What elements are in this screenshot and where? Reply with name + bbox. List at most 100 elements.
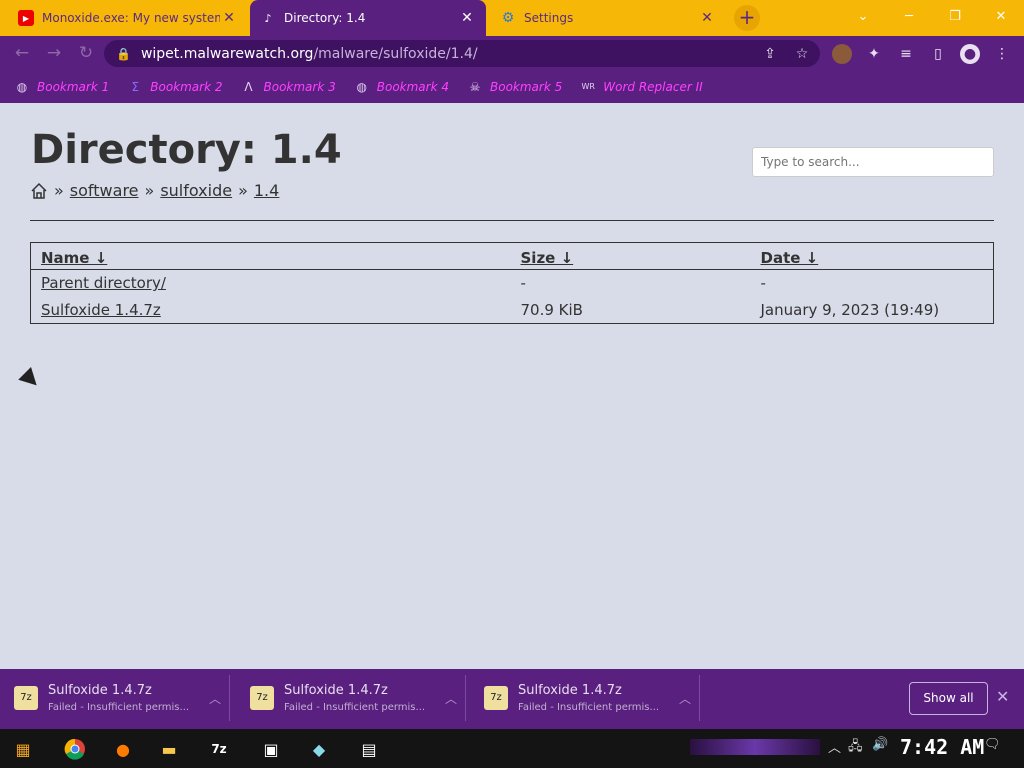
bookmark-label: Word Replacer II: [603, 79, 703, 94]
bookmark-label: Bookmark 1: [37, 79, 110, 94]
profile-icon[interactable]: ●: [960, 44, 980, 64]
url-domain: wipet.malwarewatch.org: [140, 45, 314, 62]
tab-close-icon[interactable]: ✕: [698, 10, 716, 26]
bookmark-5[interactable]: ☠ Bookmark 5: [467, 79, 563, 95]
close-window-button[interactable]: ✕: [978, 0, 1024, 32]
minimize-button[interactable]: ─: [886, 0, 932, 32]
forward-button[interactable]: →: [42, 42, 66, 64]
reading-list-icon[interactable]: ≡: [896, 44, 916, 64]
globe-icon: ◍: [356, 79, 367, 94]
notification-icon[interactable]: 🗨: [984, 737, 1001, 752]
bookmark-star-icon[interactable]: ☆: [792, 44, 812, 64]
tab-settings[interactable]: ⚙ Settings ✕: [490, 0, 726, 36]
sort-by-size[interactable]: Size ↓: [521, 249, 574, 267]
extensions-icon[interactable]: ✦: [864, 44, 884, 64]
sort-by-date[interactable]: Date ↓: [761, 249, 819, 267]
file-explorer-icon[interactable]: ▬: [150, 733, 188, 765]
table-row: Parent directory/ - -: [31, 270, 994, 297]
7zip-icon[interactable]: 7z: [200, 733, 238, 765]
taskbar: ▦ ● ▬ 7z ▣ ◆ ▤ ︿ 🖧 🔊 7:42 AM 🗨: [0, 729, 1024, 768]
bookmark-4[interactable]: ◍ Bookmark 4: [354, 79, 450, 95]
page-content: Directory: 1.4 » software » sulfoxide » …: [0, 103, 1024, 669]
breadcrumb-separator: »: [54, 181, 64, 200]
table-row: Sulfoxide 1.4.7z 70.9 KiB January 9, 202…: [31, 297, 994, 324]
bookmarks-bar: ◍ Bookmark 1 Σ Bookmark 2 Λ Bookmark 3 ◍ Boo…: [0, 70, 1024, 103]
parent-directory-link[interactable]: Parent directory/: [41, 274, 166, 292]
download-name: Sulfoxide 1.4.7z: [284, 683, 388, 698]
file-link[interactable]: Sulfoxide 1.4.7z: [41, 301, 161, 319]
breadcrumb-separator: »: [144, 181, 155, 200]
row-name[interactable]: Parent directory/: [31, 270, 511, 297]
lock-icon: 🔒: [116, 46, 131, 61]
globe-icon: ◍: [16, 79, 28, 94]
7zip-file-icon: 7z: [484, 686, 508, 710]
tab-label: Settings: [524, 11, 574, 25]
close-download-bar-icon[interactable]: ✕: [996, 687, 1009, 706]
youtube-icon: ▶: [18, 10, 34, 26]
side-panel-icon[interactable]: ▯: [928, 44, 948, 64]
tab-youtube[interactable]: ▶ Monoxide.exe: My new system ✕: [8, 0, 248, 36]
tab-close-icon[interactable]: ✕: [458, 10, 476, 26]
tab-directory[interactable]: ♪ Directory: 1.4 ✕: [250, 0, 486, 36]
back-button[interactable]: ←: [10, 42, 34, 64]
row-date: January 9, 2023 (19:49): [760, 300, 940, 319]
download-item[interactable]: 7z Sulfoxide 1.4.7z Failed - Insufficient…: [0, 675, 230, 721]
chevron-up-icon[interactable]: ︿: [679, 690, 699, 707]
row-name[interactable]: Sulfoxide 1.4.7z: [31, 297, 511, 324]
divider: [30, 220, 994, 221]
column-date[interactable]: Date ↓: [750, 242, 994, 270]
7zip-file-icon: 7z: [14, 686, 38, 710]
bracket-icon: Σ: [131, 79, 140, 94]
extension-avatar-icon[interactable]: [832, 44, 852, 64]
row-date: -: [760, 274, 766, 293]
app-icon[interactable]: ◆: [300, 733, 338, 765]
download-name: Sulfoxide 1.4.7z: [48, 683, 152, 698]
browser-toolbar: ← → ↻ 🔒 wipet.malwarewatch.org/malware/s…: [0, 36, 1024, 70]
show-all-button[interactable]: Show all: [909, 682, 988, 715]
taskbar-decoration: [690, 739, 820, 755]
address-bar[interactable]: 🔒 wipet.malwarewatch.org/malware/sulfoxi…: [104, 40, 820, 67]
new-tab-button[interactable]: +: [734, 5, 760, 31]
restore-button[interactable]: ❐: [932, 0, 978, 32]
breadcrumb-software[interactable]: software: [70, 181, 139, 200]
skull-icon: ☠: [469, 79, 481, 94]
share-icon[interactable]: ⇪: [760, 44, 780, 64]
chevron-up-icon[interactable]: ︿: [828, 737, 841, 756]
download-item[interactable]: 7z Sulfoxide 1.4.7z Failed - Insufficient…: [236, 675, 466, 721]
download-status: Failed - Insufficient permis...: [284, 702, 426, 713]
chrome-icon[interactable]: [56, 733, 94, 765]
tab-search-icon[interactable]: ⌄: [840, 0, 886, 32]
bookmark-2[interactable]: Σ Bookmark 2: [127, 79, 222, 95]
home-icon[interactable]: [30, 182, 48, 200]
column-size[interactable]: Size ↓: [510, 242, 751, 270]
music-note-icon: ♪: [264, 11, 272, 25]
chevron-up-icon[interactable]: ︿: [445, 690, 465, 707]
reload-button[interactable]: ↻: [74, 42, 98, 64]
column-name[interactable]: Name ↓: [30, 242, 511, 270]
download-item[interactable]: 7z Sulfoxide 1.4.7z Failed - Insufficient…: [470, 675, 700, 721]
url-path: /malware/sulfoxide/1.4/: [313, 45, 478, 62]
download-status: Failed - Insufficient permis...: [48, 702, 190, 713]
menu-icon[interactable]: ⋮: [992, 44, 1012, 64]
tab-close-icon[interactable]: ✕: [220, 10, 238, 26]
firefox-icon[interactable]: ●: [104, 733, 142, 765]
bookmark-1[interactable]: ◍ Bookmark 1: [14, 79, 110, 95]
sort-by-name[interactable]: Name ↓: [41, 249, 107, 267]
volume-icon[interactable]: 🔊: [872, 737, 888, 752]
bookmark-3[interactable]: Λ Bookmark 3: [241, 79, 335, 95]
breadcrumb-separator: »: [238, 181, 248, 200]
bookmark-label: Bookmark 2: [150, 79, 223, 94]
breadcrumb: » software » sulfoxide » 1.4: [30, 181, 279, 200]
tab-strip: ▶ Monoxide.exe: My new system ✕ ♪ Direct…: [0, 0, 1024, 36]
chevron-up-icon[interactable]: ︿: [209, 690, 229, 707]
search-input[interactable]: [752, 147, 994, 177]
app-icon[interactable]: ▤: [350, 733, 388, 765]
app-icon[interactable]: ▣: [252, 733, 290, 765]
bookmark-word-replacer[interactable]: WR Word Replacer II: [580, 79, 703, 95]
start-icon[interactable]: ▦: [4, 733, 42, 765]
breadcrumb-sulfoxide[interactable]: sulfoxide: [160, 181, 232, 200]
page-title: Directory: 1.4: [31, 127, 342, 173]
breadcrumb-version[interactable]: 1.4: [254, 181, 279, 200]
clock[interactable]: 7:42 AM: [900, 735, 984, 759]
network-icon[interactable]: 🖧: [848, 737, 863, 759]
